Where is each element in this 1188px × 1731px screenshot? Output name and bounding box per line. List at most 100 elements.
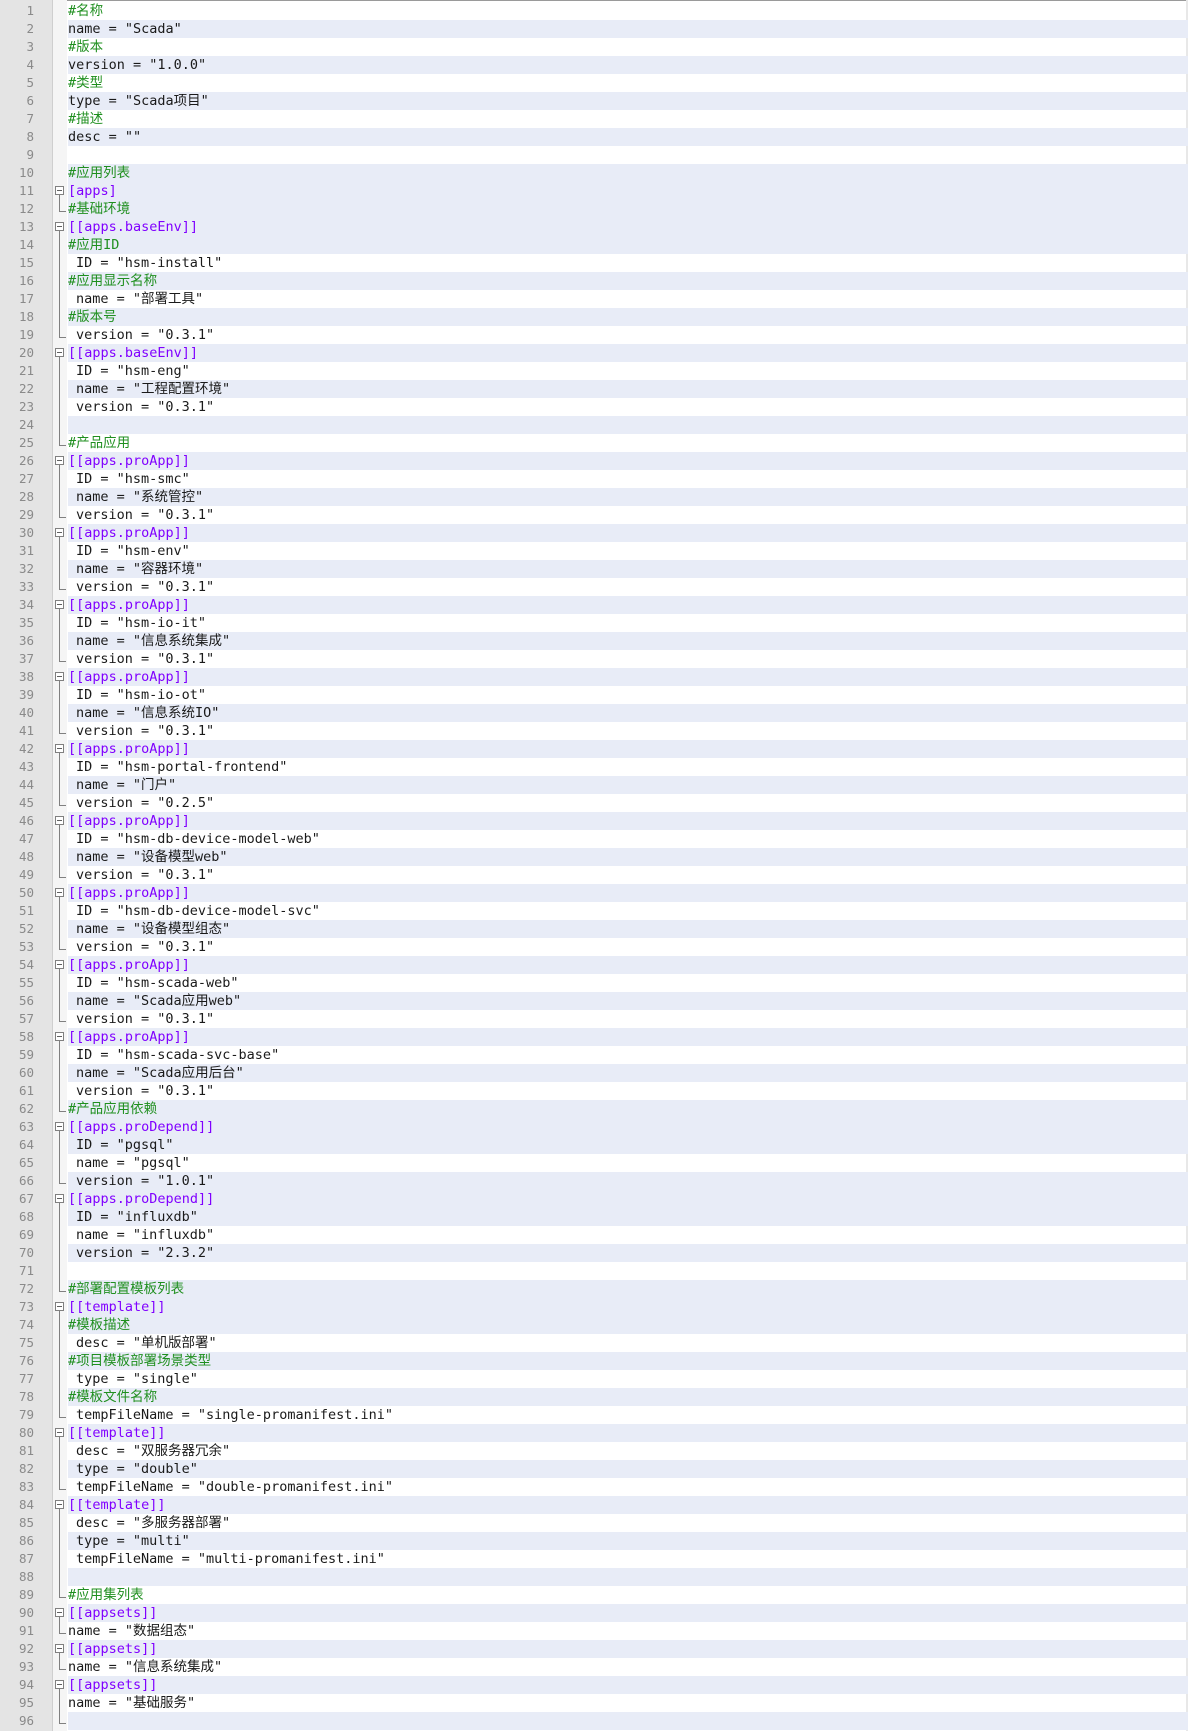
code-line[interactable]: 75 desc = "单机版部署" bbox=[0, 1334, 1188, 1352]
code-line[interactable]: 42 [[apps.proApp]] bbox=[0, 740, 1188, 758]
code-editor[interactable]: 1 #名称 2 name = "Scada" 3 #版本 4 version = "1.0.0… bbox=[0, 0, 1188, 1731]
fold-toggle-icon[interactable] bbox=[55, 1680, 64, 1689]
code-line[interactable]: 43 ID = "hsm-portal-frontend" bbox=[0, 758, 1188, 776]
code-line[interactable]: 63 [[apps.proDepend]] bbox=[0, 1118, 1188, 1136]
code-line[interactable]: 47 ID = "hsm-db-device-model-web" bbox=[0, 830, 1188, 848]
code-line[interactable]: 83 tempFileName = "double-promanifest.ini… bbox=[0, 1478, 1188, 1496]
code-line[interactable]: 22 name = "工程配置环境" bbox=[0, 380, 1188, 398]
code-line[interactable]: 78 #模板文件名称 bbox=[0, 1388, 1188, 1406]
code-line[interactable]: 61 version = "0.3.1" bbox=[0, 1082, 1188, 1100]
code-line[interactable]: 19 version = "0.3.1" bbox=[0, 326, 1188, 344]
code-line[interactable]: 55 ID = "hsm-scada-web" bbox=[0, 974, 1188, 992]
code-line[interactable]: 68 ID = "influxdb" bbox=[0, 1208, 1188, 1226]
code-line[interactable]: 37 version = "0.3.1" bbox=[0, 650, 1188, 668]
code-line[interactable]: 11 [apps] bbox=[0, 182, 1188, 200]
code-line[interactable]: 35 ID = "hsm-io-it" bbox=[0, 614, 1188, 632]
code-line[interactable]: 18 #版本号 bbox=[0, 308, 1188, 326]
code-line[interactable]: 77 type = "single" bbox=[0, 1370, 1188, 1388]
code-line[interactable]: 6 type = "Scada项目" bbox=[0, 92, 1188, 110]
code-line[interactable]: 56 name = "Scada应用web" bbox=[0, 992, 1188, 1010]
code-line[interactable]: 48 name = "设备模型web" bbox=[0, 848, 1188, 866]
fold-toggle-icon[interactable] bbox=[55, 1608, 64, 1617]
code-line[interactable]: 15 ID = "hsm-install" bbox=[0, 254, 1188, 272]
code-line[interactable]: 62 #产品应用依赖 bbox=[0, 1100, 1188, 1118]
fold-toggle-icon[interactable] bbox=[55, 960, 64, 969]
code-line[interactable]: 74 #模板描述 bbox=[0, 1316, 1188, 1334]
code-line[interactable]: 49 version = "0.3.1" bbox=[0, 866, 1188, 884]
code-line[interactable]: 3 #版本 bbox=[0, 38, 1188, 56]
code-line[interactable]: 13 [[apps.baseEnv]] bbox=[0, 218, 1188, 236]
code-line[interactable]: 66 version = "1.0.1" bbox=[0, 1172, 1188, 1190]
fold-toggle-icon[interactable] bbox=[55, 222, 64, 231]
fold-toggle-icon[interactable] bbox=[55, 528, 64, 537]
code-line[interactable]: 34 [[apps.proApp]] bbox=[0, 596, 1188, 614]
code-line[interactable]: 92 [[appsets]] bbox=[0, 1640, 1188, 1658]
code-line[interactable]: 31 ID = "hsm-env" bbox=[0, 542, 1188, 560]
code-line[interactable]: 5 #类型 bbox=[0, 74, 1188, 92]
fold-toggle-icon[interactable] bbox=[55, 1644, 64, 1653]
code-line[interactable]: 9 bbox=[0, 146, 1188, 164]
code-line[interactable]: 52 name = "设备模型组态" bbox=[0, 920, 1188, 938]
code-line[interactable]: 50 [[apps.proApp]] bbox=[0, 884, 1188, 902]
code-line[interactable]: 27 ID = "hsm-smc" bbox=[0, 470, 1188, 488]
fold-toggle-icon[interactable] bbox=[55, 816, 64, 825]
code-line[interactable]: 51 ID = "hsm-db-device-model-svc" bbox=[0, 902, 1188, 920]
code-line[interactable]: 93 name = "信息系统集成" bbox=[0, 1658, 1188, 1676]
fold-toggle-icon[interactable] bbox=[55, 1428, 64, 1437]
code-line[interactable]: 32 name = "容器环境" bbox=[0, 560, 1188, 578]
code-line[interactable]: 26 [[apps.proApp]] bbox=[0, 452, 1188, 470]
code-line[interactable]: 7 #描述 bbox=[0, 110, 1188, 128]
code-line[interactable]: 91 name = "数据组态" bbox=[0, 1622, 1188, 1640]
fold-toggle-icon[interactable] bbox=[55, 348, 64, 357]
code-line[interactable]: 71 bbox=[0, 1262, 1188, 1280]
code-line[interactable]: 38 [[apps.proApp]] bbox=[0, 668, 1188, 686]
code-line[interactable]: 58 [[apps.proApp]] bbox=[0, 1028, 1188, 1046]
code-line[interactable]: 17 name = "部署工具" bbox=[0, 290, 1188, 308]
fold-toggle-icon[interactable] bbox=[55, 1194, 64, 1203]
code-line[interactable]: 96 bbox=[0, 1712, 1188, 1730]
fold-toggle-icon[interactable] bbox=[55, 672, 64, 681]
fold-toggle-icon[interactable] bbox=[55, 456, 64, 465]
code-line[interactable]: 70 version = "2.3.2" bbox=[0, 1244, 1188, 1262]
code-line[interactable]: 4 version = "1.0.0" bbox=[0, 56, 1188, 74]
code-line[interactable]: 12 #基础环境 bbox=[0, 200, 1188, 218]
code-line[interactable]: 25 #产品应用 bbox=[0, 434, 1188, 452]
code-line[interactable]: 89 #应用集列表 bbox=[0, 1586, 1188, 1604]
code-line[interactable]: 45 version = "0.2.5" bbox=[0, 794, 1188, 812]
code-line[interactable]: 67 [[apps.proDepend]] bbox=[0, 1190, 1188, 1208]
code-line[interactable]: 82 type = "double" bbox=[0, 1460, 1188, 1478]
code-line[interactable]: 60 name = "Scada应用后台" bbox=[0, 1064, 1188, 1082]
fold-toggle-icon[interactable] bbox=[55, 600, 64, 609]
code-line[interactable]: 86 type = "multi" bbox=[0, 1532, 1188, 1550]
fold-toggle-icon[interactable] bbox=[55, 1122, 64, 1131]
fold-toggle-icon[interactable] bbox=[55, 186, 64, 195]
code-line[interactable]: 10 #应用列表 bbox=[0, 164, 1188, 182]
code-line[interactable]: 39 ID = "hsm-io-ot" bbox=[0, 686, 1188, 704]
fold-toggle-icon[interactable] bbox=[55, 744, 64, 753]
code-line[interactable]: 80 [[template]] bbox=[0, 1424, 1188, 1442]
code-line[interactable]: 85 desc = "多服务器部署" bbox=[0, 1514, 1188, 1532]
code-line[interactable]: 2 name = "Scada" bbox=[0, 20, 1188, 38]
code-line[interactable]: 87 tempFileName = "multi-promanifest.ini" bbox=[0, 1550, 1188, 1568]
code-line[interactable]: 44 name = "门户" bbox=[0, 776, 1188, 794]
code-line[interactable]: 73 [[template]] bbox=[0, 1298, 1188, 1316]
code-line[interactable]: 69 name = "influxdb" bbox=[0, 1226, 1188, 1244]
code-line[interactable]: 1 #名称 bbox=[0, 2, 1188, 20]
code-line[interactable]: 36 name = "信息系统集成" bbox=[0, 632, 1188, 650]
code-line[interactable]: 94 [[appsets]] bbox=[0, 1676, 1188, 1694]
code-line[interactable]: 40 name = "信息系统IO" bbox=[0, 704, 1188, 722]
code-line[interactable]: 76 #项目模板部署场景类型 bbox=[0, 1352, 1188, 1370]
code-lines[interactable]: 1 #名称 2 name = "Scada" 3 #版本 4 version = "1.0.0… bbox=[0, 2, 1188, 1730]
fold-toggle-icon[interactable] bbox=[55, 1302, 64, 1311]
code-line[interactable]: 54 [[apps.proApp]] bbox=[0, 956, 1188, 974]
code-line[interactable]: 24 bbox=[0, 416, 1188, 434]
code-line[interactable]: 95 name = "基础服务" bbox=[0, 1694, 1188, 1712]
code-line[interactable]: 88 bbox=[0, 1568, 1188, 1586]
code-line[interactable]: 84 [[template]] bbox=[0, 1496, 1188, 1514]
code-line[interactable]: 65 name = "pgsql" bbox=[0, 1154, 1188, 1172]
code-line[interactable]: 41 version = "0.3.1" bbox=[0, 722, 1188, 740]
code-line[interactable]: 64 ID = "pgsql" bbox=[0, 1136, 1188, 1154]
code-line[interactable]: 33 version = "0.3.1" bbox=[0, 578, 1188, 596]
fold-toggle-icon[interactable] bbox=[55, 1032, 64, 1041]
code-line[interactable]: 46 [[apps.proApp]] bbox=[0, 812, 1188, 830]
